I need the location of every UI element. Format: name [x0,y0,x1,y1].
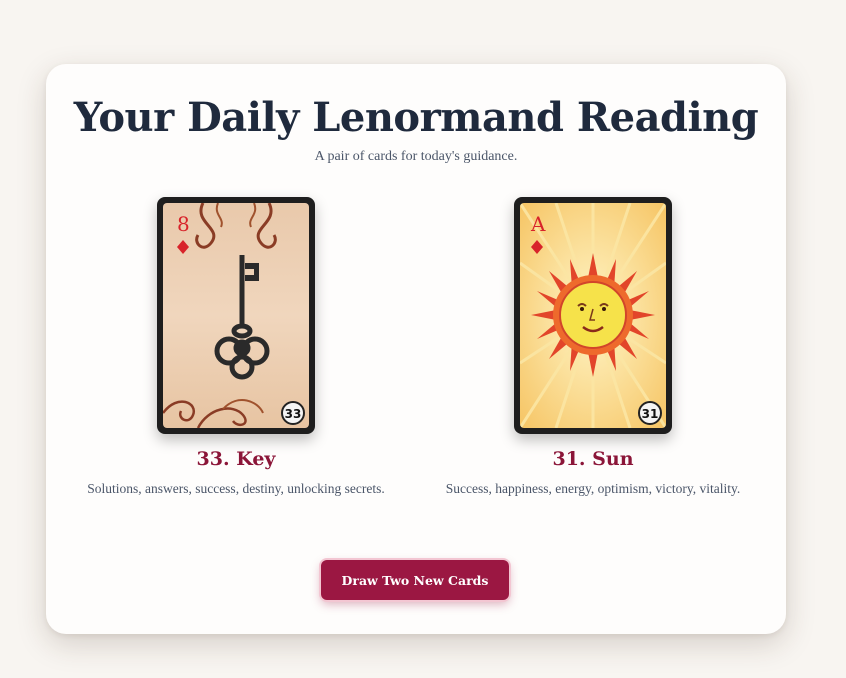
card-description: Success, happiness, energy, optimism, vi… [445,481,741,496]
card-description: Solutions, answers, success, destiny, un… [87,481,385,496]
key-card-artwork: 8 33 [163,203,309,428]
sun-card-artwork: A 31 [520,203,666,428]
svg-text:31: 31 [642,407,659,421]
page-title: Your Daily Lenormand Reading [73,94,759,141]
svg-text:33: 33 [285,407,302,421]
card-slot-2: A 31 31. Sun Success, happiness, energy,… [443,197,743,500]
card-name: 33. Key [196,448,276,470]
card-name: 31. Sun [552,448,634,470]
card-rank: A [530,212,546,236]
card-rank: 8 [177,212,190,236]
page-subtitle: A pair of cards for today's guidance. [314,149,518,164]
card-slot-1: 8 33 33. Key Solutions, answers, success… [86,197,386,500]
draw-new-cards-button[interactable]: Draw Two New Cards [321,560,509,600]
reading-panel: Your Daily Lenormand Reading A pair of c… [46,64,786,634]
key-card[interactable]: 8 33 [157,197,315,434]
sun-card[interactable]: A 31 [514,197,672,434]
sun-icon [531,253,655,377]
